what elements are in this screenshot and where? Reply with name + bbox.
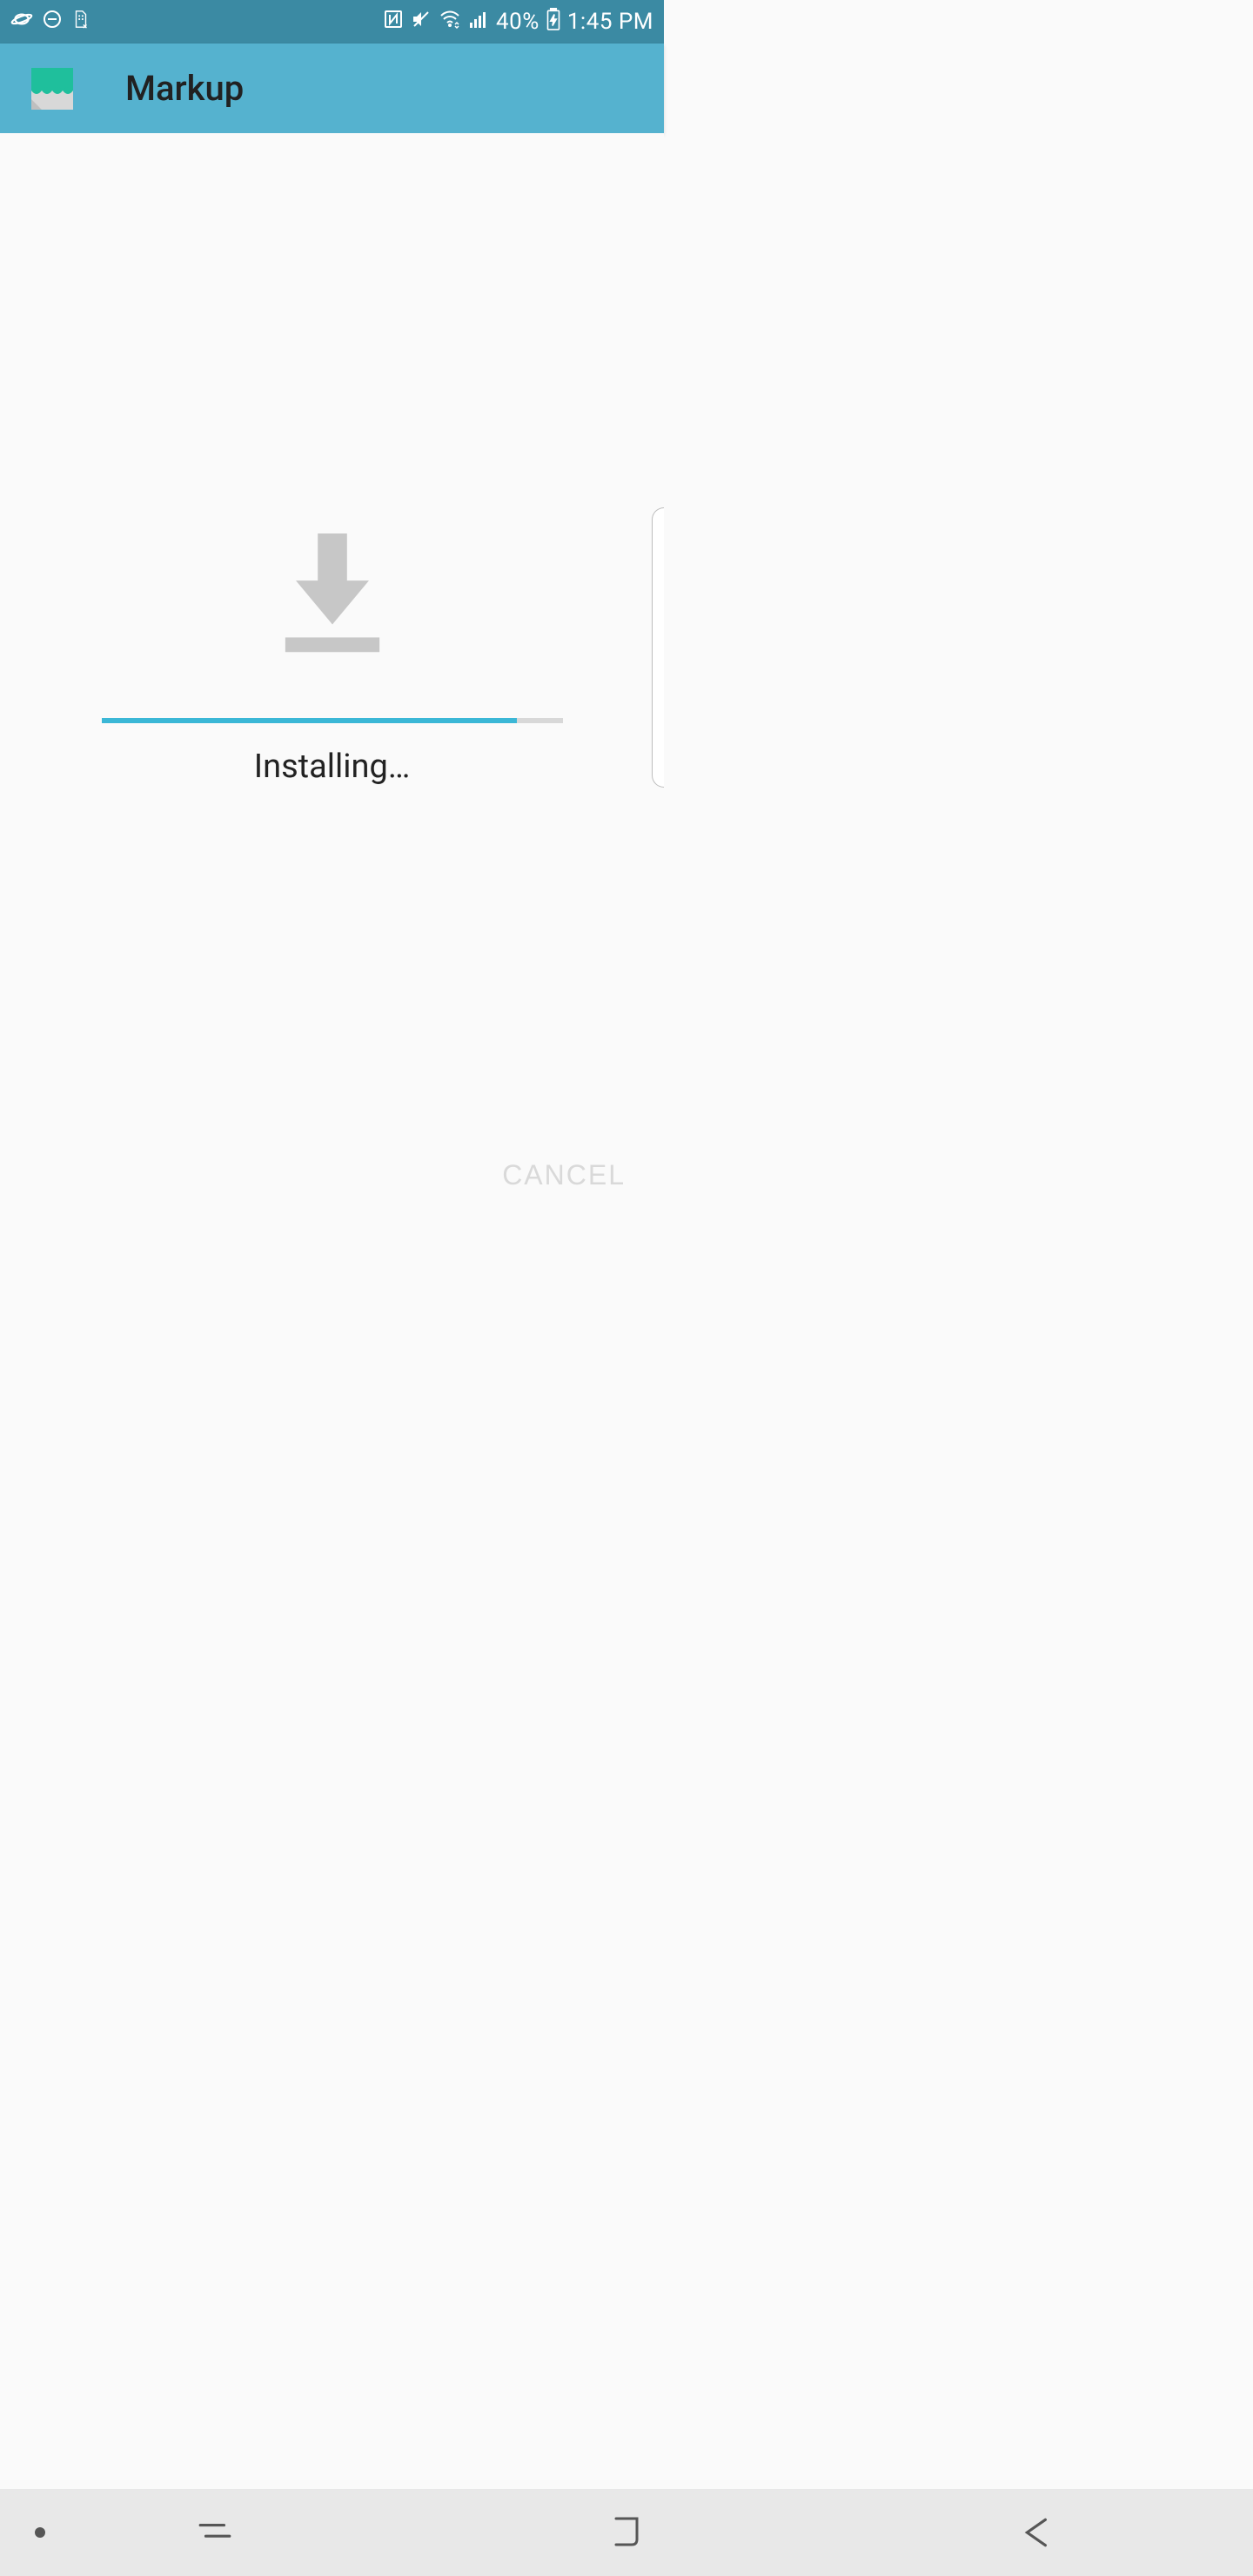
download-panel: Installing… [0,533,664,786]
do-not-disturb-icon [42,9,63,36]
wifi-icon [439,9,461,36]
progress-fill [102,718,517,723]
recents-button[interactable] [193,2511,237,2554]
clock-time: 1:45 PM [567,9,653,35]
installer-content: Installing… CANCEL [0,133,664,1278]
signal-icon [468,9,489,36]
battery-percent: 40% [496,9,539,35]
sim-icon [71,9,90,36]
saturn-icon [10,8,33,37]
back-button[interactable] [1016,2511,1060,2554]
battery-charging-icon [546,8,560,37]
install-status: Installing… [254,748,411,786]
app-icon [31,68,73,110]
status-bar: 40% 1:45 PM [0,0,664,44]
home-button[interactable] [605,2511,648,2554]
cancel-button[interactable]: CANCEL [502,1159,626,1191]
navigation-bar [0,2489,1253,2576]
status-bar-right: 40% 1:45 PM [383,8,653,37]
nav-indicator-dot [35,2527,45,2538]
download-icon [276,533,389,655]
nfc-icon [383,9,404,36]
status-bar-left [10,8,90,37]
app-title: Markup [125,68,244,109]
mute-icon [411,9,432,36]
progress-bar [102,718,563,723]
app-bar: Markup [0,44,664,133]
